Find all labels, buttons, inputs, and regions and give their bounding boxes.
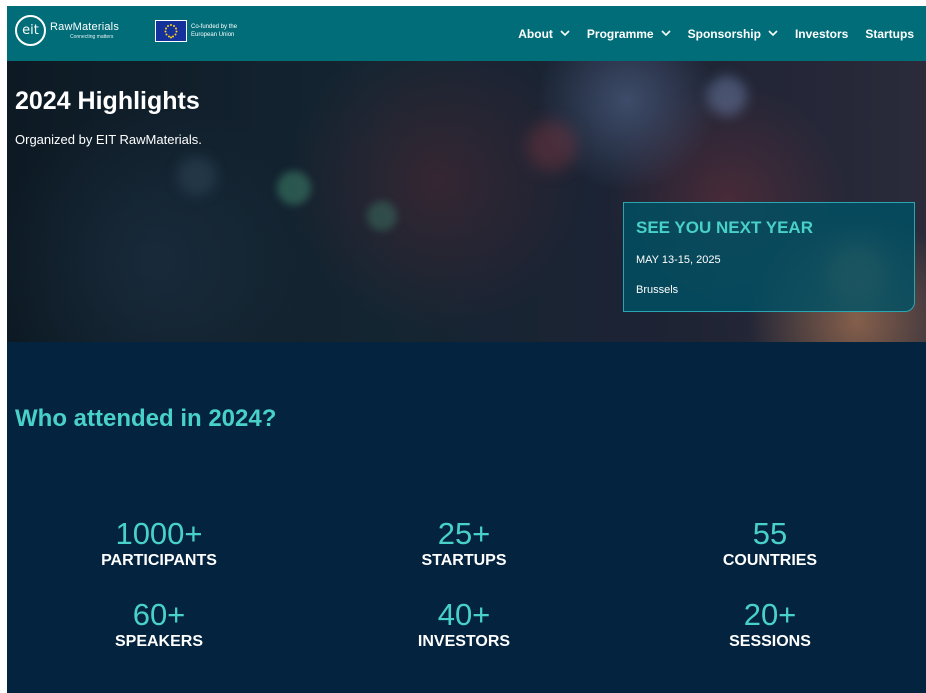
eu-cofunded-badge: Co-funded by the European Union (155, 20, 237, 42)
event-date: MAY 13-15, 2025 (636, 254, 721, 266)
nav-sponsorship[interactable]: Sponsorship (688, 27, 778, 41)
stat-label: INVESTORS (417, 633, 511, 650)
stat-value: 25+ (437, 516, 491, 551)
eu-flag-icon (155, 20, 187, 42)
bokeh-light (367, 201, 397, 231)
bokeh-light (277, 171, 311, 205)
stat-startups: 25+ STARTUPS (314, 517, 614, 570)
eu-text-line2: European Union (191, 32, 235, 38)
stat-label: SPEAKERS (114, 633, 204, 650)
bokeh-light (707, 76, 747, 116)
event-location: Brussels (636, 284, 679, 296)
nav-startups[interactable]: Startups (865, 27, 914, 41)
stat-label: SESSIONS (729, 633, 811, 650)
stat-value: 40+ (437, 597, 491, 632)
bokeh-light (527, 121, 577, 171)
page-subtitle: Organized by EIT RawMaterials. (15, 132, 202, 147)
stat-label: STARTUPS (421, 552, 507, 569)
stat-speakers: 60+ SPEAKERS (9, 598, 309, 651)
page-title: 2024 Highlights (15, 87, 200, 115)
stat-label: COUNTRIES (722, 552, 818, 569)
stat-countries: 55 COUNTRIES (620, 517, 920, 570)
eit-rawmaterials-logo[interactable]: eit RawMaterials Connecting matters (15, 15, 119, 46)
card-title: SEE YOU NEXT YEAR (636, 218, 813, 237)
stat-value: 55 (752, 516, 788, 551)
stat-value: 60+ (132, 597, 186, 632)
stat-label: PARTICIPANTS (101, 552, 217, 569)
next-year-card: SEE YOU NEXT YEAR MAY 13-15, 2025 Brusse… (623, 202, 915, 312)
stat-value: 20+ (743, 597, 797, 632)
logo-mark: eit (22, 23, 39, 38)
section-title: Who attended in 2024? (15, 405, 277, 432)
stat-participants: 1000+ PARTICIPANTS (9, 517, 309, 570)
nav-investors[interactable]: Investors (795, 27, 848, 41)
bokeh-light (177, 156, 217, 196)
chevron-down-icon (560, 30, 570, 37)
nav-about[interactable]: About (518, 27, 570, 41)
logo-name: RawMaterials (50, 20, 120, 33)
site-header: eit RawMaterials Connecting matters Co-f… (7, 6, 926, 61)
eu-text-line1: Co-funded by the (191, 24, 238, 30)
chevron-down-icon (768, 30, 778, 37)
logo-tagline: Connecting matters (70, 33, 114, 40)
stat-sessions: 20+ SESSIONS (620, 598, 920, 651)
stat-value: 1000+ (115, 516, 203, 551)
chevron-down-icon (661, 30, 671, 37)
hero-banner: 2024 Highlights Organized by EIT RawMate… (7, 61, 926, 342)
nav-programme[interactable]: Programme (587, 27, 671, 41)
page-frame: eit RawMaterials Connecting matters Co-f… (7, 6, 926, 693)
stat-investors: 40+ INVESTORS (314, 598, 614, 651)
main-nav: About Programme Sponsorship Investors St… (501, 6, 914, 61)
eit-circle-logo: eit (15, 15, 46, 46)
